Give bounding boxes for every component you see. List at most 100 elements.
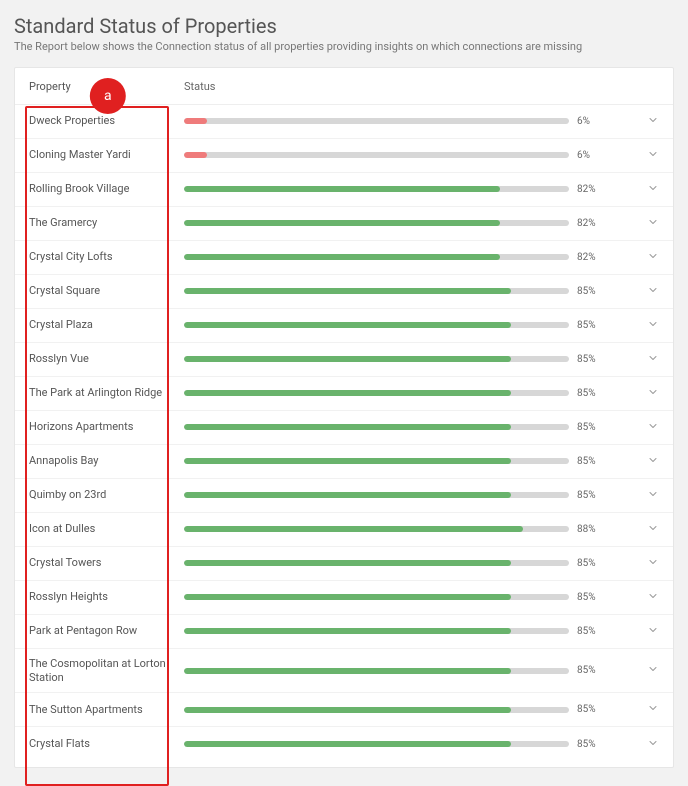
property-name: Crystal City Lofts — [29, 250, 184, 264]
property-name: Crystal Plaza — [29, 318, 184, 332]
progress-fill — [184, 668, 511, 674]
table-row[interactable]: Rosslyn Heights 85% — [15, 581, 673, 615]
table-row[interactable]: Dweck Properties 6% — [15, 105, 673, 139]
percent-label: 82% — [577, 218, 611, 229]
chevron-down-icon — [647, 556, 659, 571]
property-name: Icon at Dulles — [29, 522, 184, 536]
progress-track — [184, 356, 569, 362]
page: Standard Status of Properties The Report… — [0, 0, 688, 786]
chevron-down-icon — [647, 522, 659, 537]
chevron-down-icon — [647, 737, 659, 752]
expand-button[interactable] — [611, 737, 659, 752]
progress-fill — [184, 152, 207, 158]
table-body: Dweck Properties 6% Cloning Master Yardi… — [15, 105, 673, 762]
table-row[interactable]: Crystal Square 85% — [15, 275, 673, 309]
chevron-down-icon — [647, 148, 659, 163]
progress-track — [184, 628, 569, 634]
property-name: The Park at Arlington Ridge — [29, 386, 184, 400]
property-name: Park at Pentagon Row — [29, 624, 184, 638]
expand-button[interactable] — [611, 182, 659, 197]
header-status: Status — [184, 80, 659, 93]
chevron-down-icon — [647, 702, 659, 717]
expand-button[interactable] — [611, 318, 659, 333]
expand-button[interactable] — [611, 284, 659, 299]
status-cell: 85% — [184, 490, 611, 501]
property-name: Quimby on 23rd — [29, 488, 184, 502]
expand-button[interactable] — [611, 386, 659, 401]
percent-label: 6% — [577, 150, 611, 161]
expand-button[interactable] — [611, 556, 659, 571]
status-cell: 82% — [184, 218, 611, 229]
progress-track — [184, 254, 569, 260]
expand-button[interactable] — [611, 590, 659, 605]
table-row[interactable]: Rolling Brook Village 82% — [15, 173, 673, 207]
expand-button[interactable] — [611, 114, 659, 129]
status-cell: 82% — [184, 252, 611, 263]
table-row[interactable]: Crystal Towers 85% — [15, 547, 673, 581]
property-name: Rosslyn Vue — [29, 352, 184, 366]
table-row[interactable]: Crystal City Lofts 82% — [15, 241, 673, 275]
percent-label: 82% — [577, 252, 611, 263]
percent-label: 85% — [577, 286, 611, 297]
expand-button[interactable] — [611, 702, 659, 717]
page-title: Standard Status of Properties — [14, 14, 674, 38]
property-name: Crystal Towers — [29, 556, 184, 570]
table-row[interactable]: Crystal Flats 85% — [15, 727, 673, 761]
table-row[interactable]: The Sutton Apartments 85% — [15, 693, 673, 727]
progress-track — [184, 152, 569, 158]
status-cell: 85% — [184, 739, 611, 750]
chevron-down-icon — [647, 318, 659, 333]
percent-label: 85% — [577, 320, 611, 331]
table-row[interactable]: Icon at Dulles 88% — [15, 513, 673, 547]
progress-track — [184, 424, 569, 430]
percent-label: 85% — [577, 490, 611, 501]
table-row[interactable]: The Gramercy 82% — [15, 207, 673, 241]
progress-fill — [184, 560, 511, 566]
chevron-down-icon — [647, 250, 659, 265]
expand-button[interactable] — [611, 250, 659, 265]
progress-track — [184, 741, 569, 747]
progress-track — [184, 560, 569, 566]
percent-label: 82% — [577, 184, 611, 195]
expand-button[interactable] — [611, 352, 659, 367]
progress-track — [184, 288, 569, 294]
expand-button[interactable] — [611, 488, 659, 503]
status-cell: 85% — [184, 388, 611, 399]
expand-button[interactable] — [611, 420, 659, 435]
chevron-down-icon — [647, 488, 659, 503]
status-cell: 85% — [184, 704, 611, 715]
progress-fill — [184, 220, 500, 226]
progress-track — [184, 526, 569, 532]
table-row[interactable]: Cloning Master Yardi 6% — [15, 139, 673, 173]
progress-fill — [184, 322, 511, 328]
chevron-down-icon — [647, 216, 659, 231]
table-row[interactable]: Quimby on 23rd 85% — [15, 479, 673, 513]
table-row[interactable]: Annapolis Bay 85% — [15, 445, 673, 479]
expand-button[interactable] — [611, 454, 659, 469]
status-cell: 88% — [184, 524, 611, 535]
percent-label: 85% — [577, 558, 611, 569]
expand-button[interactable] — [611, 148, 659, 163]
progress-track — [184, 668, 569, 674]
table-row[interactable]: Horizons Apartments 85% — [15, 411, 673, 445]
expand-button[interactable] — [611, 624, 659, 639]
table-row[interactable]: Crystal Plaza 85% — [15, 309, 673, 343]
table-row[interactable]: Park at Pentagon Row 85% — [15, 615, 673, 649]
chevron-down-icon — [647, 386, 659, 401]
progress-fill — [184, 390, 511, 396]
chevron-down-icon — [647, 663, 659, 678]
property-name: The Gramercy — [29, 216, 184, 230]
percent-label: 85% — [577, 354, 611, 365]
progress-fill — [184, 254, 500, 260]
expand-button[interactable] — [611, 522, 659, 537]
property-name: Horizons Apartments — [29, 420, 184, 434]
table-row[interactable]: The Park at Arlington Ridge 85% — [15, 377, 673, 411]
expand-button[interactable] — [611, 663, 659, 678]
status-cell: 6% — [184, 116, 611, 127]
expand-button[interactable] — [611, 216, 659, 231]
table-row[interactable]: The Cosmopolitan at Lorton Station 85% — [15, 649, 673, 694]
chevron-down-icon — [647, 454, 659, 469]
page-subtitle: The Report below shows the Connection st… — [14, 40, 674, 53]
table-row[interactable]: Rosslyn Vue 85% — [15, 343, 673, 377]
property-name: Rolling Brook Village — [29, 182, 184, 196]
